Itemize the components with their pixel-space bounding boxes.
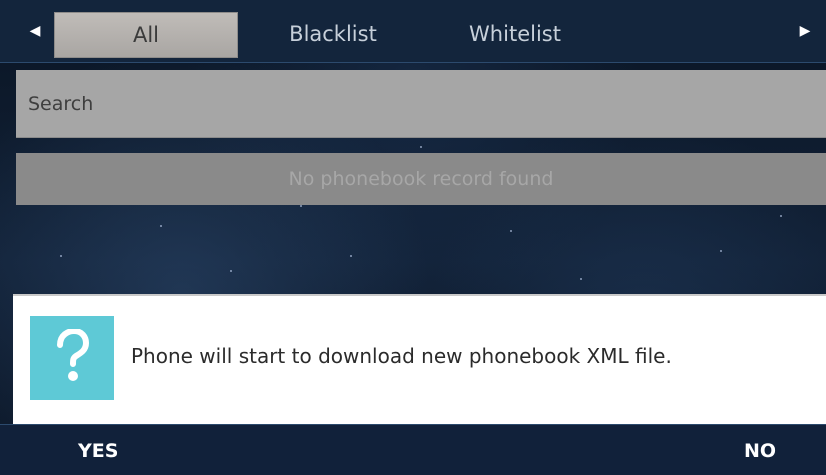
no-button[interactable]: NO xyxy=(744,425,776,475)
tab-blacklist[interactable]: Blacklist xyxy=(268,12,398,56)
right-arrow-icon[interactable]: ▶ xyxy=(784,0,826,62)
dialog-message: Phone will start to download new phonebo… xyxy=(131,344,672,368)
tab-all[interactable]: All xyxy=(54,12,238,58)
tab-label: Blacklist xyxy=(289,22,377,46)
tab-label: All xyxy=(132,23,160,47)
confirm-dialog: Phone will start to download new phonebo… xyxy=(13,294,826,426)
tab-bar: ◀ All Blacklist Whitelist ▶ xyxy=(0,0,826,63)
empty-record-message: No phonebook record found xyxy=(288,168,554,190)
tab-label: Whitelist xyxy=(469,22,561,46)
left-arrow-icon[interactable]: ◀ xyxy=(14,0,56,62)
empty-record-row: No phonebook record found xyxy=(16,153,826,205)
search-input[interactable]: Search xyxy=(16,70,826,138)
search-placeholder: Search xyxy=(28,92,94,115)
softkey-bar: YES NO xyxy=(0,424,826,475)
phone-screen: ◀ All Blacklist Whitelist ▶ Search No ph… xyxy=(0,0,826,475)
question-icon xyxy=(30,316,114,400)
yes-button[interactable]: YES xyxy=(78,425,118,475)
tab-whitelist[interactable]: Whitelist xyxy=(450,12,580,56)
